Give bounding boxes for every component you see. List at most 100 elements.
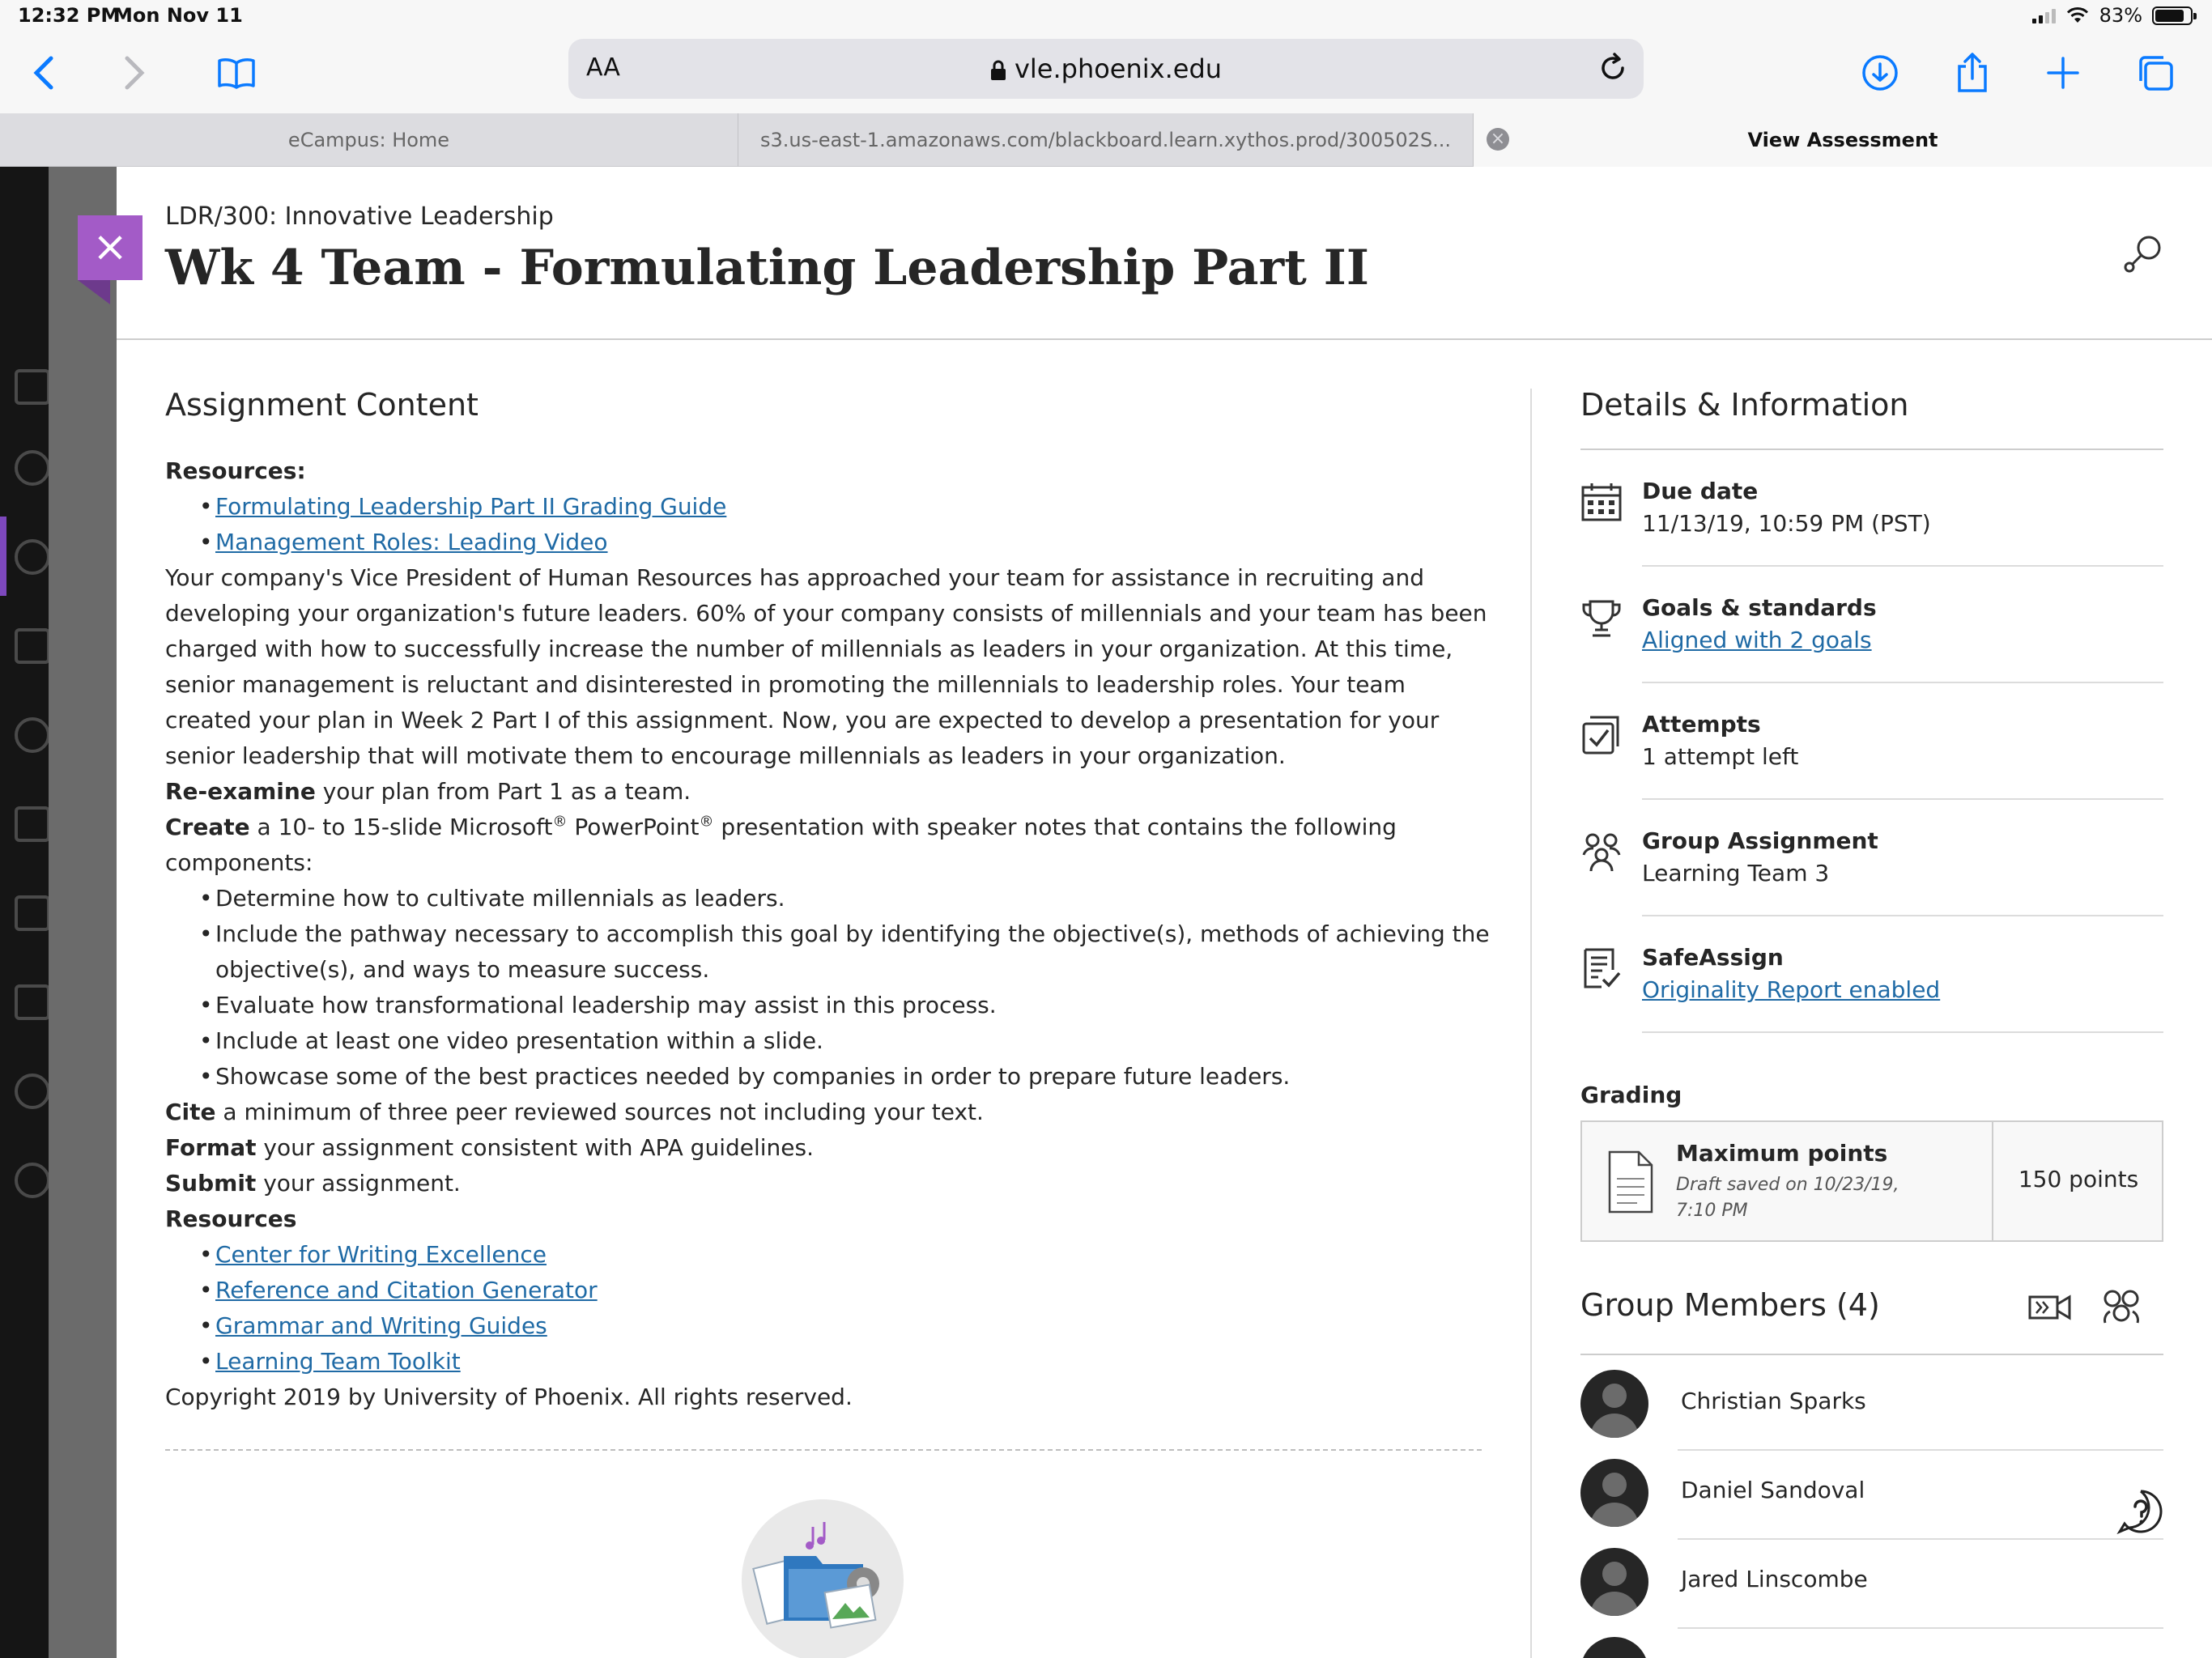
list-item: Evaluate how transformational leadership… — [199, 988, 1493, 1023]
lock-icon — [990, 60, 1006, 80]
status-bar: 12:32 PM Mon Nov 11 83% — [0, 0, 2212, 32]
format-line: Format your assignment consistent with A… — [165, 1134, 815, 1161]
tab-amazonaws[interactable]: s3.us-east-1.amazonaws.com/blackboard.le… — [738, 113, 1474, 167]
citation-generator-link[interactable]: Reference and Citation Generator — [215, 1277, 598, 1303]
safeassign-document-icon — [1584, 948, 1621, 988]
group-assignment-value: Learning Team 3 — [1642, 860, 1830, 886]
attempts-value: 1 attempt left — [1642, 743, 1799, 770]
group-people-icon[interactable] — [2099, 1287, 2144, 1333]
team-toolkit-link[interactable]: Learning Team Toolkit — [215, 1348, 461, 1375]
downloads-button[interactable] — [1856, 49, 1904, 97]
avatar — [1580, 1370, 1648, 1438]
max-points-value: 150 points — [2018, 1166, 2139, 1192]
list-item: Management Roles: Leading Video — [199, 525, 1493, 560]
grading-box[interactable]: Maximum points Draft saved on 10/23/19, … — [1580, 1120, 2163, 1242]
document-icon — [1608, 1150, 1653, 1214]
assignment-content-heading: Assignment Content — [165, 387, 479, 423]
grading-label: Grading — [1580, 1082, 1682, 1108]
help-button[interactable] — [2116, 1488, 2165, 1540]
status-time: 12:32 PM — [18, 4, 121, 27]
member-name: Daniel Sandoval — [1681, 1477, 1865, 1503]
profile-icon — [15, 450, 50, 486]
avatar — [1580, 1637, 1648, 1658]
goals-link[interactable]: Aligned with 2 goals — [1642, 627, 1872, 653]
battery-icon — [2152, 6, 2197, 25]
chevron-left-icon — [33, 56, 53, 90]
status-date: Mon Nov 11 — [113, 4, 243, 27]
copyright: Copyright 2019 by University of Phoenix.… — [165, 1384, 853, 1410]
header-divider — [117, 338, 2212, 340]
overlay-backdrop — [49, 167, 117, 1658]
avatar — [1580, 1548, 1648, 1616]
video-collaborate-icon[interactable] — [2027, 1290, 2073, 1323]
reload-icon[interactable] — [1593, 49, 1632, 87]
reexamine-line: Re-examine your plan from Part 1 as a te… — [165, 778, 691, 805]
new-tab-button[interactable] — [2039, 49, 2087, 97]
leading-video-link[interactable]: Management Roles: Leading Video — [215, 529, 608, 555]
address-bar[interactable]: AA vle.phoenix.edu — [568, 39, 1644, 99]
goals-row: Goals & standards Aligned with 2 goals — [1582, 567, 2163, 683]
calendar-icon — [15, 806, 50, 842]
url-display[interactable]: vle.phoenix.edu — [568, 53, 1644, 84]
tabs-icon — [2139, 56, 2173, 91]
tab-view-assessment[interactable]: View Assessment — [1474, 113, 2212, 167]
resources-label: Resources: — [165, 457, 306, 484]
list-item: Formulating Leadership Part II Grading G… — [199, 489, 1493, 525]
browser-toolbar: AA vle.phoenix.edu — [0, 32, 2212, 113]
group-member-row[interactable]: Jared Linscombe — [1580, 1540, 2163, 1629]
member-name: Jared Linscombe — [1681, 1566, 1868, 1592]
list-item: Determine how to cultivate millennials a… — [199, 881, 1493, 916]
globe-icon — [15, 539, 50, 575]
sign-out-icon — [15, 1163, 50, 1198]
list-item: Reference and Citation Generator — [199, 1273, 1493, 1308]
tab-bar: eCampus: Home s3.us-east-1.amazonaws.com… — [0, 113, 2212, 167]
status-right: 83% — [2031, 4, 2197, 27]
sidebar-active-marker — [0, 517, 6, 596]
help-question-icon — [2116, 1490, 2163, 1535]
grading-guide-link[interactable]: Formulating Leadership Part II Grading G… — [215, 493, 726, 520]
max-points-label: Maximum points — [1676, 1140, 1888, 1167]
writing-excellence-link[interactable]: Center for Writing Excellence — [215, 1241, 547, 1268]
default-avatar-icon — [1590, 1473, 1639, 1527]
battery-percent: 83% — [2099, 4, 2142, 27]
close-icon: × — [92, 223, 128, 271]
assignment-content: Assignment Content Resources: Formulatin… — [165, 387, 1493, 1415]
trophy-icon — [1582, 600, 1621, 637]
group-icon — [1582, 833, 1621, 872]
wifi-icon — [2066, 7, 2088, 23]
list-item: Center for Writing Excellence — [199, 1237, 1493, 1273]
column-divider — [1530, 389, 1532, 1658]
content-separator — [165, 1449, 1482, 1451]
group-member-row[interactable]: Daniel Sandoval — [1580, 1451, 2163, 1540]
forward-button[interactable] — [110, 49, 159, 97]
close-panel-button[interactable]: × — [78, 215, 143, 280]
tab-ecampus-home[interactable]: eCampus: Home — [0, 113, 738, 167]
page-title: Wk 4 Team - Formulating Leadership Part … — [165, 240, 1369, 296]
search-people-button[interactable] — [2121, 232, 2170, 283]
empty-submission-illustration — [742, 1499, 904, 1658]
calendar-icon — [1581, 483, 1622, 521]
assignment-intro: Your company's Vice President of Human R… — [165, 564, 1487, 769]
share-button[interactable] — [1948, 49, 1997, 97]
draft-saved-text: Draft saved on 10/23/19, 7:10 PM — [1676, 1175, 1899, 1221]
bookmarks-button[interactable] — [212, 49, 261, 97]
cite-line: Cite a minimum of three peer reviewed so… — [165, 1099, 984, 1125]
writing-guides-link[interactable]: Grammar and Writing Guides — [215, 1312, 547, 1339]
tabs-overview-button[interactable] — [2131, 49, 2180, 97]
list-item: Include the pathway necessary to accompl… — [199, 916, 1493, 988]
course-name: LDR/300: Innovative Leadership — [165, 202, 554, 231]
close-tab-icon[interactable]: × — [1487, 128, 1509, 151]
share-icon — [1958, 53, 1987, 92]
resource-list: Formulating Leadership Part II Grading G… — [165, 489, 1493, 560]
list-item: Grammar and Writing Guides — [199, 1308, 1493, 1344]
attempts-label: Attempts — [1642, 711, 1761, 738]
group-member-row[interactable] — [1580, 1629, 2163, 1658]
member-name: Christian Sparks — [1681, 1388, 1866, 1414]
due-date-row: Due date 11/13/19, 10:59 PM (PST) — [1581, 450, 2163, 567]
checkbox-stack-icon — [1582, 716, 1619, 755]
safeassign-label: SafeAssign — [1642, 944, 1784, 971]
originality-report-link[interactable]: Originality Report enabled — [1642, 976, 1940, 1003]
back-button[interactable] — [19, 49, 68, 97]
folder-media-icon — [752, 1522, 879, 1629]
group-member-row[interactable]: Christian Sparks — [1580, 1362, 2163, 1451]
